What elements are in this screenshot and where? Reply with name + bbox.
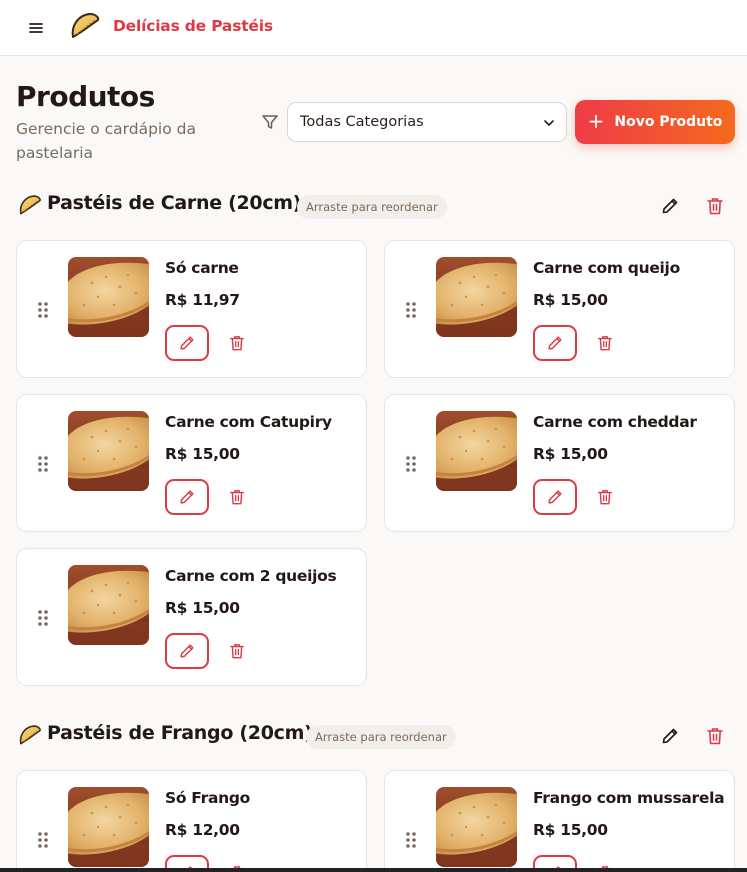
delete-product-icon[interactable] — [229, 334, 245, 352]
drag-hint-badge: Arraste para reordenar — [297, 195, 447, 219]
pastel-icon — [16, 193, 44, 219]
edit-product-button[interactable] — [165, 479, 209, 515]
product-card[interactable]: Só Frango R$ 12,00 — [16, 770, 367, 872]
edit-product-button[interactable] — [165, 325, 209, 361]
new-product-button[interactable]: + Novo Produto — [575, 100, 735, 144]
product-card[interactable]: Carne com Catupiry R$ 15,00 — [16, 394, 367, 532]
edit-product-button[interactable] — [533, 325, 577, 361]
delete-product-icon[interactable] — [597, 488, 613, 506]
drag-handle-icon[interactable] — [37, 609, 49, 627]
edit-category-icon[interactable] — [660, 726, 680, 746]
delete-category-icon[interactable] — [706, 726, 724, 746]
product-name: Carne com cheddar — [533, 413, 697, 431]
product-price: R$ 15,00 — [165, 445, 240, 463]
product-image — [68, 411, 149, 491]
plus-icon: + — [587, 109, 605, 133]
product-price: R$ 15,00 — [533, 291, 608, 309]
delete-product-icon[interactable] — [597, 334, 613, 352]
product-name: Só Frango — [165, 789, 250, 807]
product-name: Frango com mussarela — [533, 789, 725, 807]
product-image — [436, 787, 517, 867]
drag-handle-icon[interactable] — [405, 455, 417, 473]
product-name: Carne com Catupiry — [165, 413, 332, 431]
category-title: Pastéis de Frango (20cm) — [47, 722, 313, 744]
product-name: Carne com 2 queijos — [165, 567, 337, 585]
delete-product-icon[interactable] — [229, 488, 245, 506]
drag-handle-icon[interactable] — [405, 831, 417, 849]
delete-product-icon[interactable] — [229, 642, 245, 660]
pencil-icon — [178, 334, 196, 352]
pencil-icon — [178, 488, 196, 506]
category-header: Pastéis de Carne (20cm) Arraste para reor… — [16, 190, 735, 222]
delete-category-icon[interactable] — [706, 196, 724, 216]
drag-handle-icon[interactable] — [37, 831, 49, 849]
page-title: Produtos — [16, 80, 155, 113]
category-header: Pastéis de Frango (20cm) Arraste para reo… — [16, 720, 735, 752]
pencil-icon — [546, 334, 564, 352]
edit-product-button[interactable] — [165, 633, 209, 669]
product-price: R$ 12,00 — [165, 821, 240, 839]
product-price: R$ 15,00 — [533, 821, 608, 839]
product-card[interactable]: Frango com mussarela R$ 15,00 — [384, 770, 735, 872]
pastel-logo-icon — [68, 10, 102, 44]
product-price: R$ 15,00 — [533, 445, 608, 463]
product-card[interactable]: Só carne R$ 11,97 — [16, 240, 367, 378]
brand-name[interactable]: Delícias de Pastéis — [113, 17, 273, 35]
filter-icon — [261, 113, 279, 131]
pencil-icon — [178, 642, 196, 660]
product-price: R$ 15,00 — [165, 599, 240, 617]
chevron-down-icon — [544, 120, 554, 126]
product-image — [68, 565, 149, 645]
drag-handle-icon[interactable] — [405, 301, 417, 319]
category-filter-select[interactable]: Todas Categorias — [287, 102, 567, 142]
hamburger-menu-icon[interactable] — [24, 16, 48, 40]
drag-handle-icon[interactable] — [37, 301, 49, 319]
new-product-label: Novo Produto — [614, 114, 723, 130]
product-card[interactable]: Carne com cheddar R$ 15,00 — [384, 394, 735, 532]
page-subtitle: Gerencie o cardápio da pastelaria — [16, 120, 196, 162]
product-image — [68, 257, 149, 337]
product-image — [436, 411, 517, 491]
drag-handle-icon[interactable] — [37, 455, 49, 473]
edit-category-icon[interactable] — [660, 196, 680, 216]
product-image — [436, 257, 517, 337]
pastel-icon — [16, 723, 44, 749]
category-filter-value: Todas Categorias — [300, 114, 424, 130]
top-bar: Delícias de Pastéis — [0, 0, 747, 56]
window-bottom-edge — [0, 868, 747, 872]
product-card[interactable]: Carne com queijo R$ 15,00 — [384, 240, 735, 378]
product-price: R$ 11,97 — [165, 291, 240, 309]
product-name: Só carne — [165, 259, 239, 277]
product-name: Carne com queijo — [533, 259, 680, 277]
pencil-icon — [546, 488, 564, 506]
product-image — [68, 787, 149, 867]
product-card[interactable]: Carne com 2 queijos R$ 15,00 — [16, 548, 367, 686]
drag-hint-badge: Arraste para reordenar — [306, 725, 456, 749]
edit-product-button[interactable] — [533, 479, 577, 515]
category-title: Pastéis de Carne (20cm) — [47, 192, 302, 214]
